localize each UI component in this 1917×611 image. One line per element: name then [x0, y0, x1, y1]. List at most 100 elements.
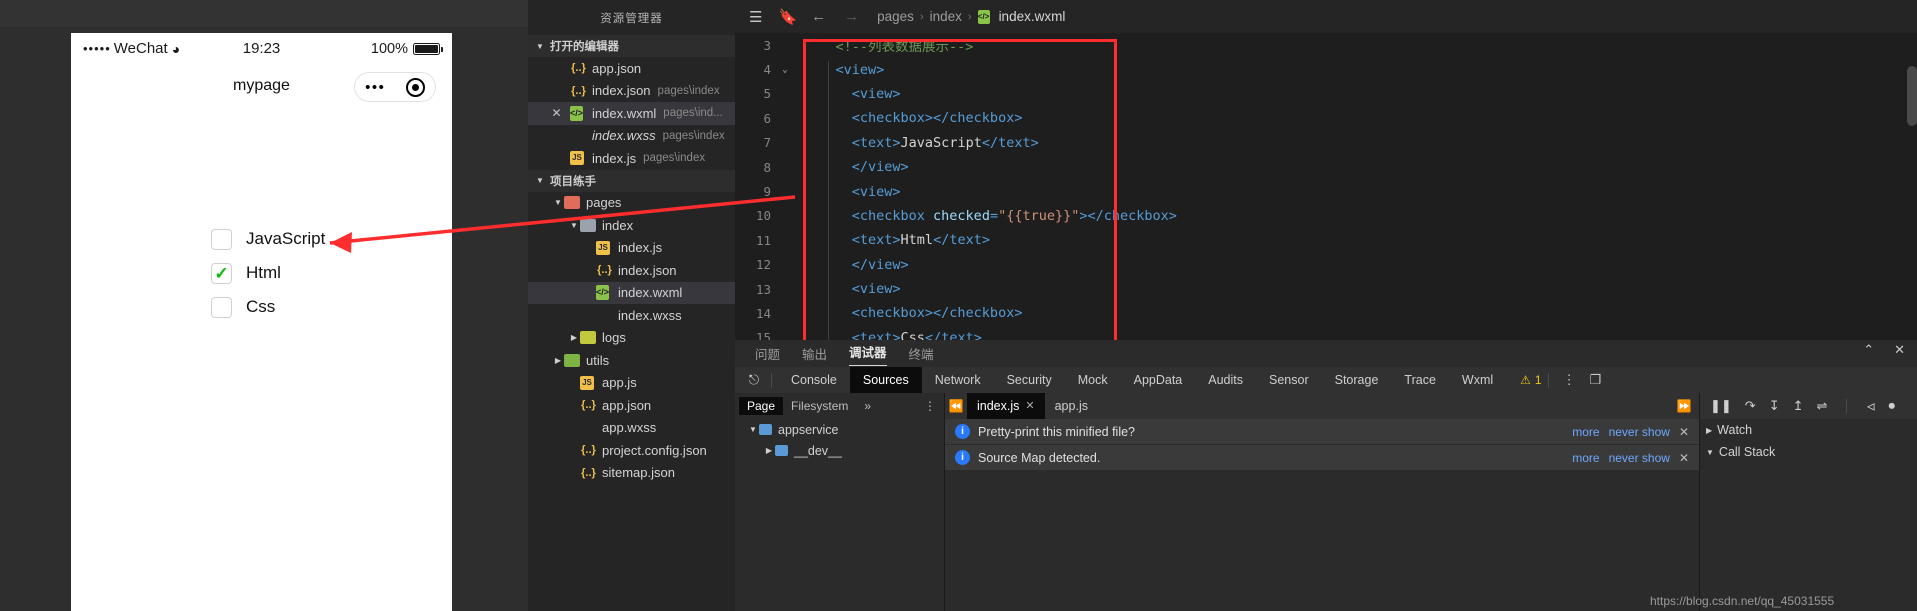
pause-on-exceptions-icon[interactable]: ⏺: [1889, 398, 1896, 414]
panel-tab-终端[interactable]: 终端: [909, 344, 934, 363]
breadcrumb-part-pages[interactable]: pages: [877, 9, 914, 24]
close-icon[interactable]: ✕: [1679, 451, 1689, 465]
tree-item-pages[interactable]: ▼ pages: [528, 192, 735, 215]
close-icon[interactable]: ✕: [1025, 393, 1034, 419]
code-line-10[interactable]: 10 <checkbox checked="{{true}}"></checkb…: [735, 204, 1917, 228]
step-out-icon[interactable]: ↥: [1793, 398, 1804, 414]
devtools-tab-list[interactable]: Console Sources Network Security Mock AppData…: [778, 367, 1506, 393]
checkbox-css[interactable]: [211, 297, 232, 318]
open-editor-item-app-json[interactable]: {..} app.json: [528, 57, 735, 80]
never-show-link[interactable]: never show: [1609, 451, 1670, 465]
chevron-down-icon[interactable]: ▼: [1706, 448, 1714, 457]
breadcrumb-current-file[interactable]: index.wxml: [999, 9, 1066, 24]
devtools-tab-console[interactable]: Console: [778, 367, 850, 393]
devtools-tab-appdata[interactable]: AppData: [1121, 367, 1196, 393]
tree-item-index-wxss[interactable]: ㄃ index.wxss: [528, 304, 735, 327]
code-line-5[interactable]: 5 <view>: [735, 82, 1917, 106]
code-line-7[interactable]: 7 <text>JavaScript</text>: [735, 131, 1917, 155]
tree-item-index-js[interactable]: JS index.js: [528, 237, 735, 260]
tree-item-app-wxss[interactable]: ㄃ app.wxss: [528, 417, 735, 440]
panel-tab-问题[interactable]: 问题: [755, 344, 780, 363]
nav-back-button[interactable]: ←: [811, 8, 826, 25]
collapse-icon[interactable]: ⌃: [1863, 342, 1874, 358]
sources-file-tree[interactable]: ▼ appservice ▶ __dev__: [735, 419, 944, 461]
chevron-down-icon[interactable]: ▼: [552, 198, 564, 207]
open-editor-item-index-js[interactable]: JS index.js pages\index: [528, 147, 735, 170]
chevron-right-icon[interactable]: ▶: [568, 333, 580, 342]
close-icon[interactable]: ✕: [1894, 342, 1905, 358]
chevron-right-icon[interactable]: ▶: [552, 356, 564, 365]
devtools-tab-storage[interactable]: Storage: [1322, 367, 1392, 393]
dock-panel-icon[interactable]: ❐: [1584, 372, 1608, 388]
never-show-link[interactable]: never show: [1609, 425, 1670, 439]
source-tab-index-js[interactable]: index.js ✕: [967, 393, 1045, 419]
more-link[interactable]: more: [1572, 425, 1599, 439]
tree-item-logs[interactable]: ▶ logs: [528, 327, 735, 350]
phone-simulator[interactable]: ••••• WeChat ◕ 19:23 100% mypage ••• Jav…: [71, 33, 452, 611]
more-link[interactable]: more: [1572, 451, 1599, 465]
chevron-down-icon[interactable]: ▼: [747, 425, 759, 434]
code-line-9[interactable]: 9 <view>: [735, 179, 1917, 203]
target-circle-icon[interactable]: [406, 78, 425, 97]
checkbox-row-css[interactable]: Css: [211, 291, 452, 323]
open-editor-item-index-json[interactable]: {..} index.json pages\index: [528, 80, 735, 103]
sources-tree-item-dev[interactable]: ▶ __dev__: [735, 440, 944, 461]
nav-forward-button[interactable]: →: [844, 8, 859, 25]
tree-item-index-wxml[interactable]: </> index.wxml: [528, 282, 735, 305]
panel-tab-输出[interactable]: 输出: [802, 344, 827, 363]
tree-item-app-json[interactable]: {..} app.json: [528, 394, 735, 417]
step-over-icon[interactable]: ↷: [1745, 398, 1756, 414]
sources-nav-tab-page[interactable]: Page: [739, 397, 783, 415]
collapse-right-icon[interactable]: ⏩: [1673, 399, 1695, 413]
warning-badge[interactable]: ⚠ 1: [1520, 373, 1541, 387]
devtools-tab-sensor[interactable]: Sensor: [1256, 367, 1322, 393]
devtools-tab-mock[interactable]: Mock: [1065, 367, 1121, 393]
code-lines[interactable]: 3 <!--列表数据展示--> 4 ⌄ <view> 5 <view> 6 <check…: [735, 33, 1917, 373]
debugger-section-watch[interactable]: ▶ Watch: [1700, 419, 1917, 441]
sources-nav-tab-more[interactable]: »: [856, 399, 879, 413]
collapse-left-icon[interactable]: ⏪: [945, 399, 967, 413]
fold-arrow-icon[interactable]: ⌄: [777, 65, 793, 75]
editor-scrollbar[interactable]: [1907, 66, 1917, 126]
wechat-capsule-button[interactable]: •••: [354, 72, 436, 102]
sources-nav-tab-filesystem[interactable]: Filesystem: [783, 399, 856, 413]
source-tab-app-js[interactable]: app.js: [1045, 393, 1098, 419]
devtools-tab-audits[interactable]: Audits: [1195, 367, 1256, 393]
step-icon[interactable]: ⇌: [1817, 398, 1828, 414]
chevron-down-icon[interactable]: ▼: [534, 176, 546, 185]
chevron-right-icon[interactable]: ▶: [763, 446, 775, 455]
tree-item-sitemap-json[interactable]: {..} sitemap.json: [528, 462, 735, 485]
bookmark-icon[interactable]: 🔖: [778, 8, 797, 26]
checkbox-html[interactable]: [211, 263, 232, 284]
code-line-4[interactable]: 4 ⌄ <view>: [735, 57, 1917, 81]
devtools-tab-sources[interactable]: Sources: [850, 367, 922, 393]
code-line-13[interactable]: 13 <view>: [735, 277, 1917, 301]
debugger-section-call-stack[interactable]: ▼ Call Stack: [1700, 441, 1917, 463]
chevron-right-icon[interactable]: ▶: [1706, 426, 1712, 435]
inspect-cursor-icon[interactable]: ⎋: [743, 372, 765, 388]
checkbox-row-html[interactable]: Html: [211, 257, 452, 289]
open-editor-item-index-wxss[interactable]: ㄃ index.wxss pages\index: [528, 125, 735, 148]
chevron-down-icon[interactable]: ▼: [568, 221, 580, 230]
devtools-tabbar[interactable]: ⎋ Console Sources Network Security Mock AppDa…: [735, 367, 1917, 393]
kebab-menu-icon[interactable]: ⋮: [1555, 372, 1584, 388]
checkbox-row-javascript[interactable]: JavaScript: [211, 223, 452, 255]
devtools-tab-wxml[interactable]: Wxml: [1449, 367, 1506, 393]
sources-file-tabs[interactable]: ⏪ index.js ✕ app.js ⏩: [945, 393, 1699, 419]
list-icon[interactable]: ☰: [749, 8, 762, 26]
devtools-tab-network[interactable]: Network: [922, 367, 994, 393]
tree-item-index-json[interactable]: {..} index.json: [528, 259, 735, 282]
more-dots-icon[interactable]: •••: [365, 80, 385, 95]
code-line-14[interactable]: 14 <checkbox></checkbox>: [735, 301, 1917, 325]
pause-icon[interactable]: ❚❚: [1710, 398, 1732, 414]
breadcrumb-part-index[interactable]: index: [930, 9, 962, 24]
tree-item-app-js[interactable]: JS app.js: [528, 372, 735, 395]
code-editor[interactable]: 3 <!--列表数据展示--> 4 ⌄ <view> 5 <view> 6 <check…: [735, 33, 1917, 373]
open-editor-item-index-wxml[interactable]: ✕ </> index.wxml pages\ind...: [528, 102, 735, 125]
open-editors-section-header[interactable]: ▼ 打开的编辑器: [528, 35, 735, 57]
close-icon[interactable]: ✕: [1679, 425, 1689, 439]
sources-tree-item-appservice[interactable]: ▼ appservice: [735, 419, 944, 440]
tree-item-index[interactable]: ▼ index: [528, 214, 735, 237]
code-line-12[interactable]: 12 </view>: [735, 253, 1917, 277]
code-line-3[interactable]: 3 <!--列表数据展示-->: [735, 33, 1917, 57]
